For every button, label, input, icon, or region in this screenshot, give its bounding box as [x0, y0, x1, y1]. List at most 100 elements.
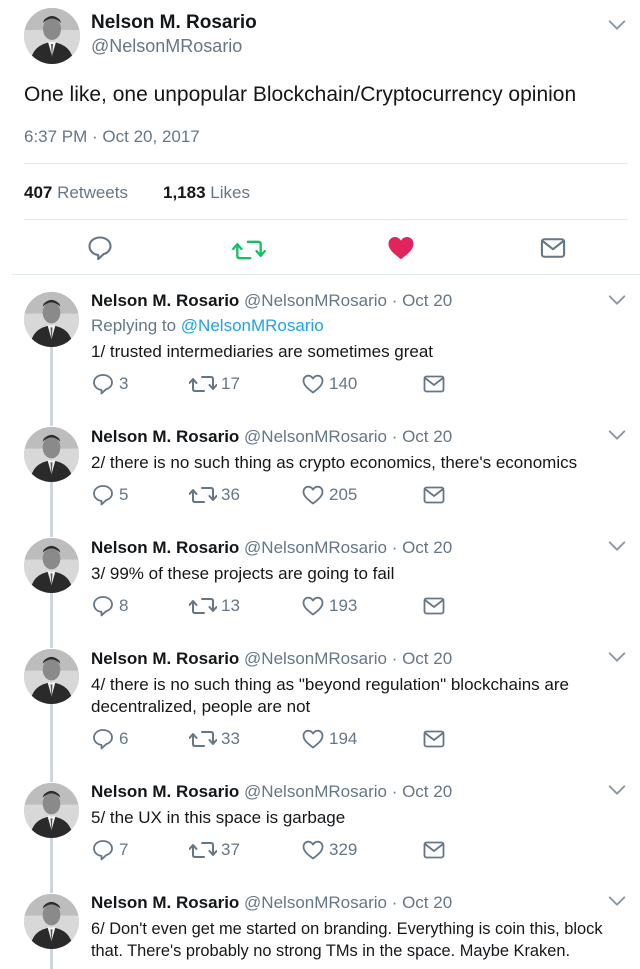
like-action[interactable]: 140 [301, 372, 357, 396]
likes-stat[interactable]: 1,183 Likes [163, 183, 250, 203]
chevron-down-icon[interactable] [606, 779, 628, 806]
reply-icon[interactable] [91, 838, 115, 862]
heart-icon[interactable] [301, 727, 325, 751]
dm-icon[interactable] [422, 372, 446, 396]
reply-text-line: 4/ there is no such thing as "beyond reg… [91, 675, 569, 694]
retweet-icon[interactable] [189, 838, 217, 862]
like-action[interactable]: 329 [301, 838, 357, 862]
reply-header: Nelson M. Rosario @NelsonMRosario · Oct … [91, 538, 452, 558]
dm-icon[interactable] [422, 483, 446, 507]
retweet-icon[interactable] [189, 594, 217, 618]
retweet-icon[interactable] [189, 727, 217, 751]
heart-icon[interactable] [301, 594, 325, 618]
reply-date[interactable]: · Oct 20 [392, 649, 452, 668]
dm-action[interactable] [422, 727, 446, 751]
reply-action[interactable]: 8 [91, 594, 128, 618]
retweets-stat[interactable]: 407 Retweets [24, 183, 128, 203]
reply-icon[interactable] [91, 483, 115, 507]
reply-action[interactable]: 3 [91, 372, 128, 396]
divider [24, 163, 628, 164]
retweet-action[interactable]: 17 [189, 372, 240, 396]
reply-handle[interactable]: @NelsonMRosario [244, 427, 387, 446]
reply-date[interactable]: · Oct 20 [392, 427, 452, 446]
reply-handle[interactable]: @NelsonMRosario [244, 291, 387, 310]
reply-handle[interactable]: @NelsonMRosario [244, 893, 387, 912]
dm-action[interactable] [422, 372, 446, 396]
thread-line [50, 949, 53, 969]
like-action[interactable]: 193 [301, 594, 357, 618]
reply-avatar[interactable] [24, 894, 79, 949]
reply-author-name[interactable]: Nelson M. Rosario [91, 427, 239, 446]
dm-icon[interactable] [422, 594, 446, 618]
divider [24, 219, 628, 220]
dm-icon[interactable] [422, 838, 446, 862]
replying-to-handle[interactable]: @NelsonMRosario [181, 316, 324, 335]
reply-author-name[interactable]: Nelson M. Rosario [91, 291, 239, 310]
reply-icon[interactable] [91, 727, 115, 751]
reply-header: Nelson M. Rosario @NelsonMRosario · Oct … [91, 291, 452, 311]
reply-action[interactable]: 7 [91, 838, 128, 862]
main-tweet-timestamp[interactable]: 6:37 PM · Oct 20, 2017 [24, 127, 200, 147]
retweet-action[interactable]: 33 [189, 727, 240, 751]
retweet-count: 17 [221, 374, 240, 393]
reply-author-name[interactable]: Nelson M. Rosario [91, 782, 239, 801]
retweet-action[interactable]: 13 [189, 594, 240, 618]
main-tweet-handle[interactable]: @NelsonMRosario [91, 36, 242, 57]
retweet-count: 37 [221, 840, 240, 859]
reply-icon[interactable] [91, 594, 115, 618]
reply-date[interactable]: · Oct 20 [392, 291, 452, 310]
retweet-action[interactable]: 36 [189, 483, 240, 507]
reply-text: 2/ there is no such thing as crypto econ… [91, 452, 577, 474]
reply-author-name[interactable]: Nelson M. Rosario [91, 893, 239, 912]
heart-icon[interactable] [301, 838, 325, 862]
reply-avatar[interactable] [24, 292, 79, 347]
chevron-down-icon[interactable] [606, 289, 628, 316]
dm-icon[interactable] [422, 727, 446, 751]
like-action[interactable]: 205 [301, 483, 357, 507]
reply-avatar[interactable] [24, 649, 79, 704]
reply-count: 7 [119, 840, 129, 859]
retweet-action[interactable]: 37 [189, 838, 240, 862]
reply-date[interactable]: · Oct 20 [392, 782, 452, 801]
chevron-down-icon[interactable] [606, 14, 628, 41]
retweet-icon[interactable] [232, 236, 266, 269]
main-tweet-avatar[interactable] [24, 8, 80, 64]
reply-text: 3/ 99% of these projects are going to fa… [91, 563, 394, 585]
chevron-down-icon[interactable] [606, 890, 628, 917]
reply-icon[interactable] [86, 234, 114, 267]
reply-text-line: 5/ the UX in this space is garbage [91, 808, 346, 827]
retweet-icon[interactable] [189, 372, 217, 396]
reply-date[interactable]: · Oct 20 [392, 893, 452, 912]
reply-handle[interactable]: @NelsonMRosario [244, 538, 387, 557]
dm-action[interactable] [422, 594, 446, 618]
reply-count: 3 [119, 374, 129, 393]
reply-action[interactable]: 6 [91, 727, 128, 751]
reply-handle[interactable]: @NelsonMRosario [244, 649, 387, 668]
chevron-down-icon[interactable] [606, 424, 628, 451]
heart-icon[interactable] [386, 233, 416, 268]
dm-action[interactable] [422, 483, 446, 507]
main-tweet-author-name[interactable]: Nelson M. Rosario [91, 12, 257, 34]
reply-text-line: that. There's probably no strong TMs in … [91, 942, 571, 960]
like-action[interactable]: 194 [301, 727, 357, 751]
reply-avatar[interactable] [24, 783, 79, 838]
reply-icon[interactable] [91, 372, 115, 396]
reply-avatar[interactable] [24, 427, 79, 482]
heart-icon[interactable] [301, 372, 325, 396]
reply-action[interactable]: 5 [91, 483, 128, 507]
dm-icon[interactable] [539, 234, 567, 267]
reply-author-name[interactable]: Nelson M. Rosario [91, 649, 239, 668]
chevron-down-icon[interactable] [606, 535, 628, 562]
thread-line [50, 838, 53, 893]
reply-avatar[interactable] [24, 538, 79, 593]
dm-action[interactable] [422, 838, 446, 862]
replying-to: Replying to @NelsonMRosario [91, 316, 324, 336]
reply-date[interactable]: · Oct 20 [392, 538, 452, 557]
reply-handle[interactable]: @NelsonMRosario [244, 782, 387, 801]
reply-text-line: 6/ Don't even get me started on branding… [91, 920, 603, 938]
heart-icon[interactable] [301, 483, 325, 507]
reply-author-name[interactable]: Nelson M. Rosario [91, 538, 239, 557]
reply-text-line: 2/ there is no such thing as crypto econ… [91, 453, 578, 472]
chevron-down-icon[interactable] [606, 646, 628, 673]
retweet-icon[interactable] [189, 483, 217, 507]
